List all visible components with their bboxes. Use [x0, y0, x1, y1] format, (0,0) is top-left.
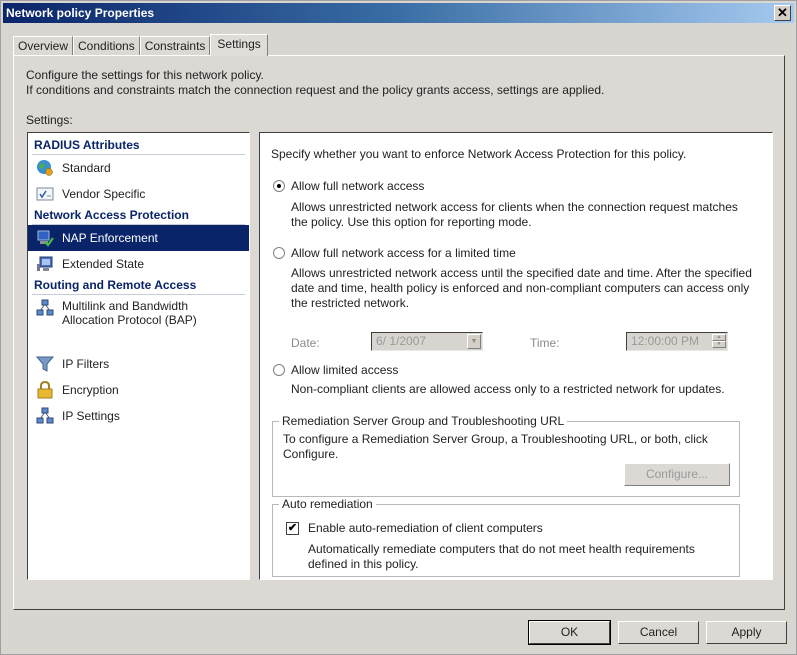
- close-button[interactable]: ✕: [774, 5, 791, 21]
- nav-item-vendor-specific[interactable]: Vendor Specific: [28, 181, 249, 207]
- title-bar: Network policy Properties ✕: [3, 3, 794, 23]
- configure-button[interactable]: Configure...: [624, 463, 730, 486]
- remediation-legend: Remediation Server Group and Troubleshoo…: [279, 414, 568, 428]
- time-picker[interactable]: 12:00:00 PM ▲ ▼: [626, 332, 728, 351]
- properties-dialog: Network policy Properties ✕ Overview Con…: [0, 0, 797, 655]
- time-value: 12:00:00 PM: [631, 334, 700, 348]
- nav-item-label: Multilink and Bandwidth Allocation Proto…: [62, 299, 197, 327]
- date-label: Date:: [291, 336, 320, 350]
- spin-down-icon[interactable]: ▼: [712, 341, 726, 348]
- nav-item-ip-filters[interactable]: IP Filters: [28, 351, 249, 377]
- nav-item-extended-state[interactable]: Extended State: [28, 251, 249, 277]
- intro-line-1: Configure the settings for this network …: [26, 68, 264, 82]
- time-spinner[interactable]: ▲ ▼: [712, 334, 726, 349]
- nap-computer-icon: [36, 229, 54, 247]
- nav-item-label: Vendor Specific: [62, 187, 146, 201]
- nav-item-multilink-bap[interactable]: Multilink and Bandwidth Allocation Proto…: [28, 295, 249, 351]
- auto-remediation-groupbox: Auto remediation ✔ Enable auto-remediati…: [272, 497, 740, 577]
- radio-limited-access-label: Allow limited access: [291, 363, 399, 377]
- nav-item-label: Standard: [62, 161, 111, 175]
- spin-up-icon[interactable]: ▲: [712, 334, 726, 341]
- date-value: 6/ 1/2007: [376, 334, 427, 348]
- checkmark-icon: ✔: [287, 522, 298, 534]
- nav-item-label: NAP Enforcement: [62, 231, 158, 245]
- nav-item-standard[interactable]: Standard: [28, 155, 249, 181]
- close-icon: ✕: [777, 5, 788, 20]
- lock-icon: [36, 380, 54, 399]
- remediation-groupbox: Remediation Server Group and Troubleshoo…: [272, 414, 740, 497]
- nav-item-encryption[interactable]: Encryption: [28, 377, 249, 403]
- auto-remediation-checkbox[interactable]: ✔: [286, 522, 299, 535]
- checkbox-window-icon: [36, 185, 54, 203]
- remediation-text: To configure a Remediation Server Group,…: [283, 432, 708, 461]
- tab-strip: Overview Conditions Constraints Settings: [13, 34, 268, 56]
- nav-group-radius-attributes: RADIUS Attributes: [32, 137, 245, 155]
- tab-constraints[interactable]: Constraints: [139, 36, 211, 56]
- chevron-down-icon[interactable]: ▼: [467, 334, 481, 349]
- nav-group-routing-remote-access: Routing and Remote Access: [32, 277, 245, 295]
- intro-text: Configure the settings for this network …: [26, 68, 604, 98]
- tab-conditions[interactable]: Conditions: [73, 36, 140, 56]
- radio-full-access-label: Allow full network access: [291, 179, 425, 193]
- radio-limited-time-label: Allow full network access for a limited …: [291, 246, 516, 260]
- radio-limited-access[interactable]: [273, 364, 285, 376]
- auto-remediation-description: Automatically remediate computers that d…: [308, 542, 695, 571]
- nav-item-label: Encryption: [62, 383, 119, 397]
- nav-item-ip-settings[interactable]: IP Settings: [28, 403, 249, 429]
- network-icon: [36, 407, 54, 425]
- settings-label: Settings:: [26, 113, 73, 127]
- apply-button[interactable]: Apply: [706, 621, 787, 644]
- radio-full-access[interactable]: [273, 180, 285, 192]
- nav-group-network-access-protection: Network Access Protection: [32, 207, 245, 225]
- window-title: Network policy Properties: [6, 6, 155, 20]
- globe-icon: [36, 159, 54, 177]
- intro-line-2: If conditions and constraints match the …: [26, 83, 605, 97]
- time-label: Time:: [530, 336, 560, 350]
- funnel-icon: [35, 355, 55, 373]
- nav-item-nap-enforcement[interactable]: NAP Enforcement: [28, 225, 249, 251]
- radio-limited-time-description: Allows unrestricted network access until…: [291, 266, 752, 310]
- settings-nav-list: RADIUS Attributes Standard Vendor Specif…: [27, 132, 250, 580]
- monitor-icon: [36, 255, 54, 273]
- nav-item-label: IP Filters: [62, 357, 110, 371]
- date-picker[interactable]: 6/ 1/2007 ▼: [371, 332, 483, 351]
- network-icon: [36, 299, 54, 317]
- settings-tab-panel: Configure the settings for this network …: [13, 55, 785, 610]
- tab-overview[interactable]: Overview: [13, 36, 74, 56]
- nav-item-label: Extended State: [62, 257, 145, 271]
- tab-settings[interactable]: Settings: [210, 34, 268, 56]
- nap-enforcement-pane: Specify whether you want to enforce Netw…: [259, 132, 773, 580]
- pane-heading: Specify whether you want to enforce Netw…: [271, 147, 687, 161]
- auto-remediation-checkbox-label: Enable auto-remediation of client comput…: [308, 521, 543, 535]
- ok-button[interactable]: OK: [528, 620, 611, 645]
- radio-full-access-description: Allows unrestricted network access for c…: [291, 200, 738, 229]
- nav-item-label: IP Settings: [62, 409, 120, 423]
- cancel-button[interactable]: Cancel: [618, 621, 699, 644]
- auto-remediation-legend: Auto remediation: [279, 497, 376, 511]
- radio-limited-time[interactable]: [273, 247, 285, 259]
- radio-limited-access-description: Non-compliant clients are allowed access…: [291, 382, 725, 396]
